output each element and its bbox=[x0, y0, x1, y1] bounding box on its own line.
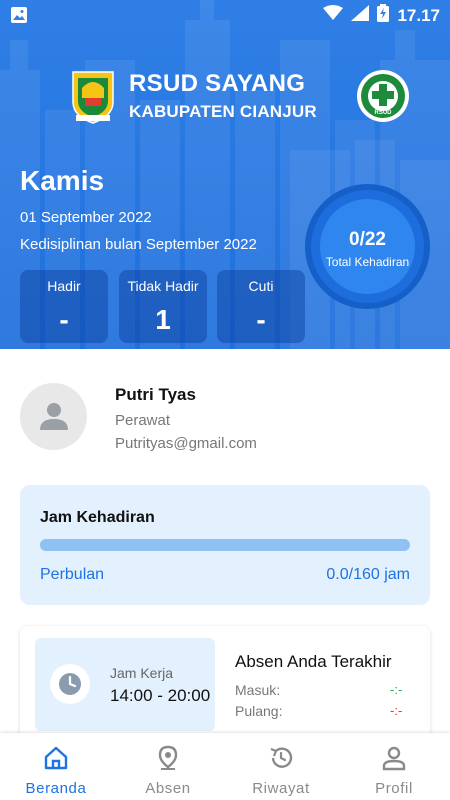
attendance-total: 0/22 Total Kehadiran bbox=[320, 199, 415, 294]
nav-beranda[interactable]: Beranda bbox=[0, 733, 112, 800]
stat-value: - bbox=[59, 304, 69, 335]
stat-value: - bbox=[256, 304, 266, 335]
masuk-value: -:- bbox=[390, 682, 403, 697]
attendance-total-value: 0/22 bbox=[349, 229, 386, 250]
nav-label: Beranda bbox=[25, 780, 87, 797]
image-icon bbox=[10, 6, 28, 29]
profile-email: Putrityas@gmail.com bbox=[115, 435, 257, 452]
header-banner: 17.17 RSUD SAYANG KABUPATEN CIANJUR RSUD bbox=[0, 0, 450, 349]
work-hours-value: 14:00 - 20:00 bbox=[110, 686, 211, 705]
date-label: 01 September 2022 bbox=[20, 209, 152, 226]
jam-kehadiran-title: Jam Kehadiran bbox=[40, 509, 155, 526]
brand-subtitle: KABUPATEN CIANJUR bbox=[129, 102, 317, 121]
masuk-label: Masuk: bbox=[235, 682, 281, 698]
profile-role: Perawat bbox=[115, 412, 171, 429]
cianjur-emblem-icon bbox=[70, 68, 116, 129]
last-absence-title: Absen Anda Terakhir bbox=[235, 652, 392, 671]
clock-time: 17.17 bbox=[397, 5, 440, 25]
status-bar: 17.17 bbox=[0, 0, 450, 30]
bottom-navigation: Beranda Absen Riwayat Profil bbox=[0, 733, 450, 800]
stat-label: Cuti bbox=[248, 278, 274, 294]
battery-charging-icon bbox=[377, 4, 390, 27]
profile-name: Putri Tyas bbox=[115, 385, 196, 404]
signal-icon bbox=[351, 5, 370, 26]
rsud-emblem-icon: RSUD bbox=[356, 68, 410, 129]
jam-progress-bar bbox=[40, 539, 410, 551]
stat-label: Hadir bbox=[47, 278, 81, 294]
work-hours-label: Jam Kerja bbox=[110, 665, 174, 681]
stat-label: Tidak Hadir bbox=[127, 278, 199, 294]
person-icon bbox=[382, 746, 406, 771]
nav-label: Profil bbox=[375, 780, 413, 797]
jam-kehadiran-card: Jam Kehadiran Perbulan 0.0/160 jam bbox=[20, 485, 430, 605]
work-hours-box: Jam Kerja 14:00 - 20:00 bbox=[35, 638, 215, 731]
jam-summary: 0.0/160 jam bbox=[326, 566, 410, 583]
person-icon bbox=[40, 403, 68, 430]
stat-cuti: Cuti - bbox=[217, 270, 305, 343]
clock-badge bbox=[50, 664, 90, 704]
history-icon bbox=[270, 747, 293, 768]
nav-label: Riwayat bbox=[252, 780, 310, 797]
day-label: Kamis bbox=[20, 165, 105, 196]
attendance-total-caption: Total Kehadiran bbox=[325, 255, 410, 269]
jam-period: Perbulan bbox=[40, 566, 105, 583]
nav-label: Absen bbox=[145, 780, 191, 797]
stat-value: 1 bbox=[155, 304, 171, 335]
home-icon bbox=[44, 746, 68, 770]
wifi-icon bbox=[323, 5, 344, 26]
avatar bbox=[20, 383, 87, 450]
nav-absen[interactable]: Absen bbox=[112, 733, 224, 800]
rsud-emblem-text: RSUD bbox=[374, 110, 392, 116]
brand-title: RSUD SAYANG bbox=[129, 70, 306, 97]
discipline-label: Kedisiplinan bulan September 2022 bbox=[20, 236, 257, 253]
stat-tidak-hadir: Tidak Hadir 1 bbox=[119, 270, 207, 343]
nav-riwayat[interactable]: Riwayat bbox=[225, 733, 337, 800]
location-pin-icon bbox=[158, 745, 178, 770]
stat-hadir: Hadir - bbox=[20, 270, 108, 343]
pulang-value: -:- bbox=[390, 703, 403, 718]
nav-profil[interactable]: Profil bbox=[338, 733, 450, 800]
clock-icon bbox=[59, 673, 81, 695]
brand-header: RSUD SAYANG KABUPATEN CIANJUR RSUD bbox=[70, 68, 409, 129]
pulang-label: Pulang: bbox=[235, 703, 283, 719]
